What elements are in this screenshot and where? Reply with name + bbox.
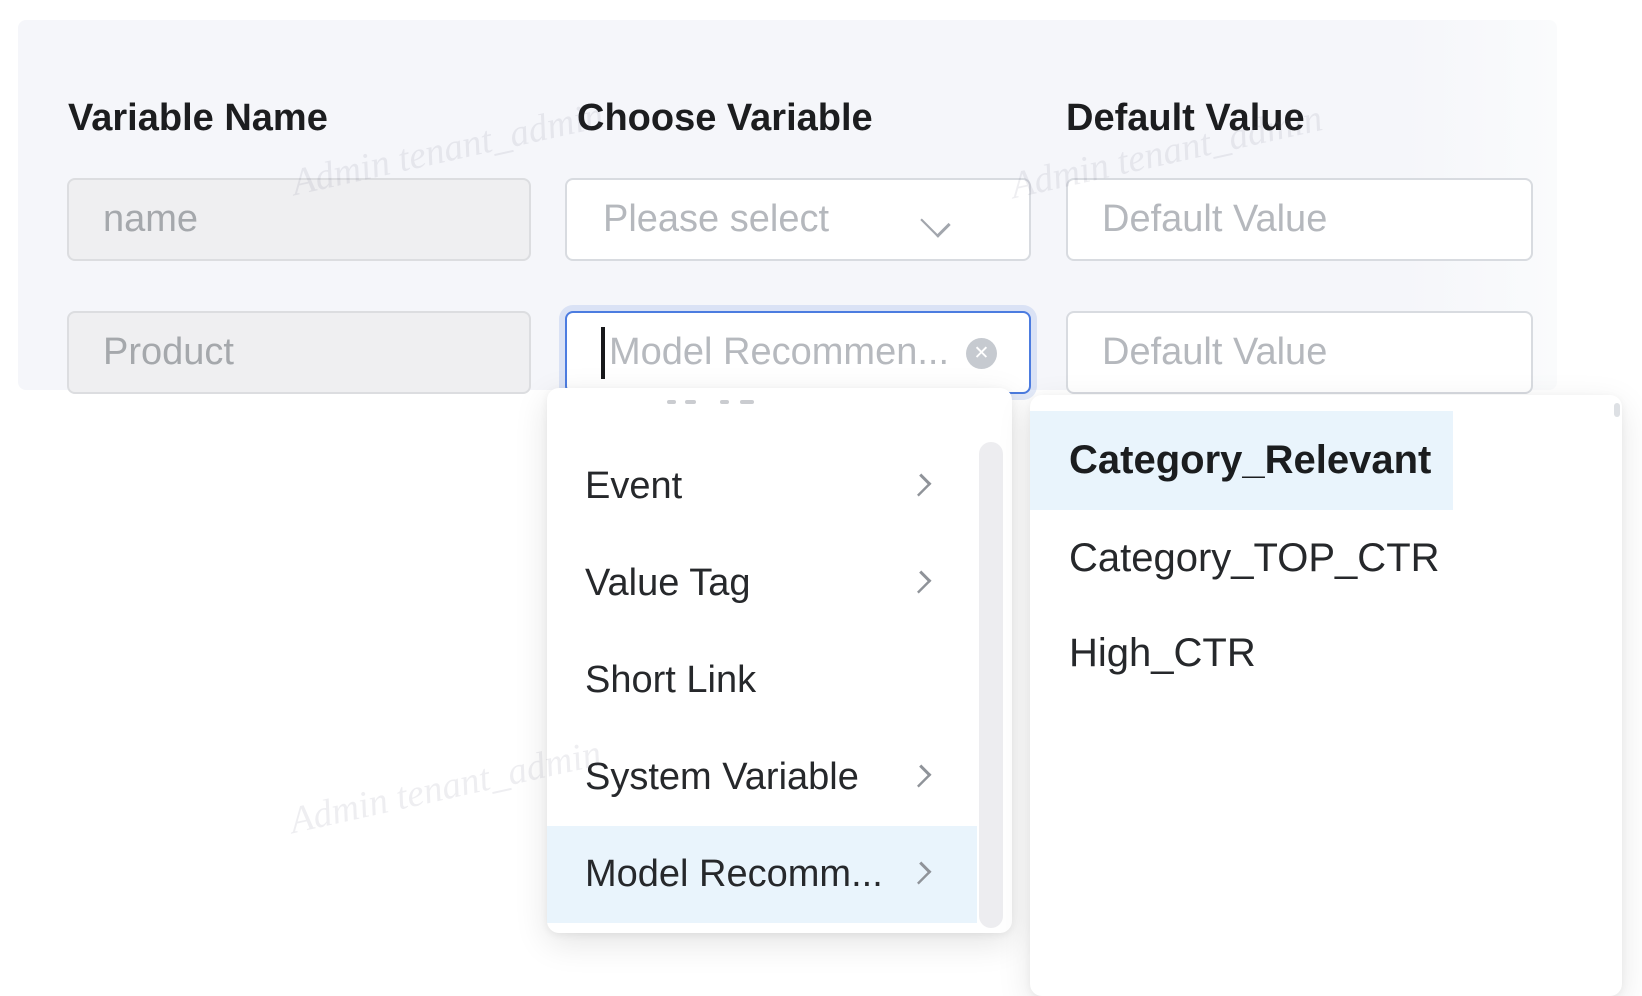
option-label: Value Tag [585, 535, 751, 632]
chevron-down-icon [919, 208, 953, 228]
option-label: Short Link [585, 632, 756, 729]
variable-form-panel: Variable Name Choose Variable Default Va… [18, 20, 1557, 390]
option-label: Category_TOP_CTR [1069, 510, 1440, 607]
variable-settings-screen: Variable Name Choose Variable Default Va… [0, 0, 1642, 996]
chevron-right-icon [911, 476, 933, 498]
clipped-item-fragment [740, 400, 754, 404]
default-value-input-row2[interactable] [1066, 311, 1533, 394]
clipped-item-fragment [667, 400, 676, 404]
chevron-right-icon [911, 573, 933, 595]
chevron-right-icon [911, 864, 933, 886]
select-placeholder: Please select [603, 180, 829, 259]
column-header-variable-name: Variable Name [68, 96, 328, 140]
cascader-option-value-tag[interactable]: Value Tag [547, 535, 977, 632]
variable-name-input-row1[interactable] [67, 178, 531, 261]
cascader-option-short-link[interactable]: Short Link [547, 632, 977, 729]
option-label: Model Recomm... [585, 826, 883, 923]
option-label: System Variable [585, 729, 859, 826]
choose-variable-select-row2-focused[interactable]: Model Recommen... ✕ [565, 311, 1031, 394]
cascader-option-event[interactable]: Event [547, 438, 977, 535]
text-cursor [601, 327, 605, 379]
select-current-value: Model Recommen... [609, 313, 949, 392]
clear-selection-icon[interactable]: ✕ [966, 338, 997, 369]
column-header-default-value: Default Value [1066, 96, 1305, 140]
cascader-option-high-ctr[interactable]: High_CTR [1030, 605, 1453, 702]
clipped-item-fragment [720, 400, 729, 404]
chevron-right-icon [911, 767, 933, 789]
option-label: Event [585, 438, 682, 535]
default-value-input-row1[interactable] [1066, 178, 1533, 261]
column-header-choose-variable: Choose Variable [577, 96, 873, 140]
submenu-scrollbar-thumb[interactable] [1614, 403, 1620, 417]
option-label: Category_Relevant [1069, 411, 1431, 510]
cascader-option-category-relevant-active[interactable]: Category_Relevant [1030, 411, 1453, 510]
variable-name-input-row2[interactable] [67, 311, 531, 394]
dropdown-scrollbar-thumb[interactable] [979, 442, 1003, 928]
clipped-item-fragment [685, 400, 696, 404]
option-label: High_CTR [1069, 605, 1256, 702]
cascader-menu-level1: Event Value Tag Short Link System Variab… [547, 388, 1012, 933]
choose-variable-select-row1[interactable]: Please select [565, 178, 1031, 261]
cascader-option-model-recommendation-active[interactable]: Model Recomm... [547, 826, 977, 923]
cascader-menu-level2: Category_Relevant Category_TOP_CTR High_… [1030, 395, 1622, 996]
cascader-option-system-variable[interactable]: System Variable [547, 729, 977, 826]
cascader-option-category-top-ctr[interactable]: Category_TOP_CTR [1030, 510, 1453, 607]
